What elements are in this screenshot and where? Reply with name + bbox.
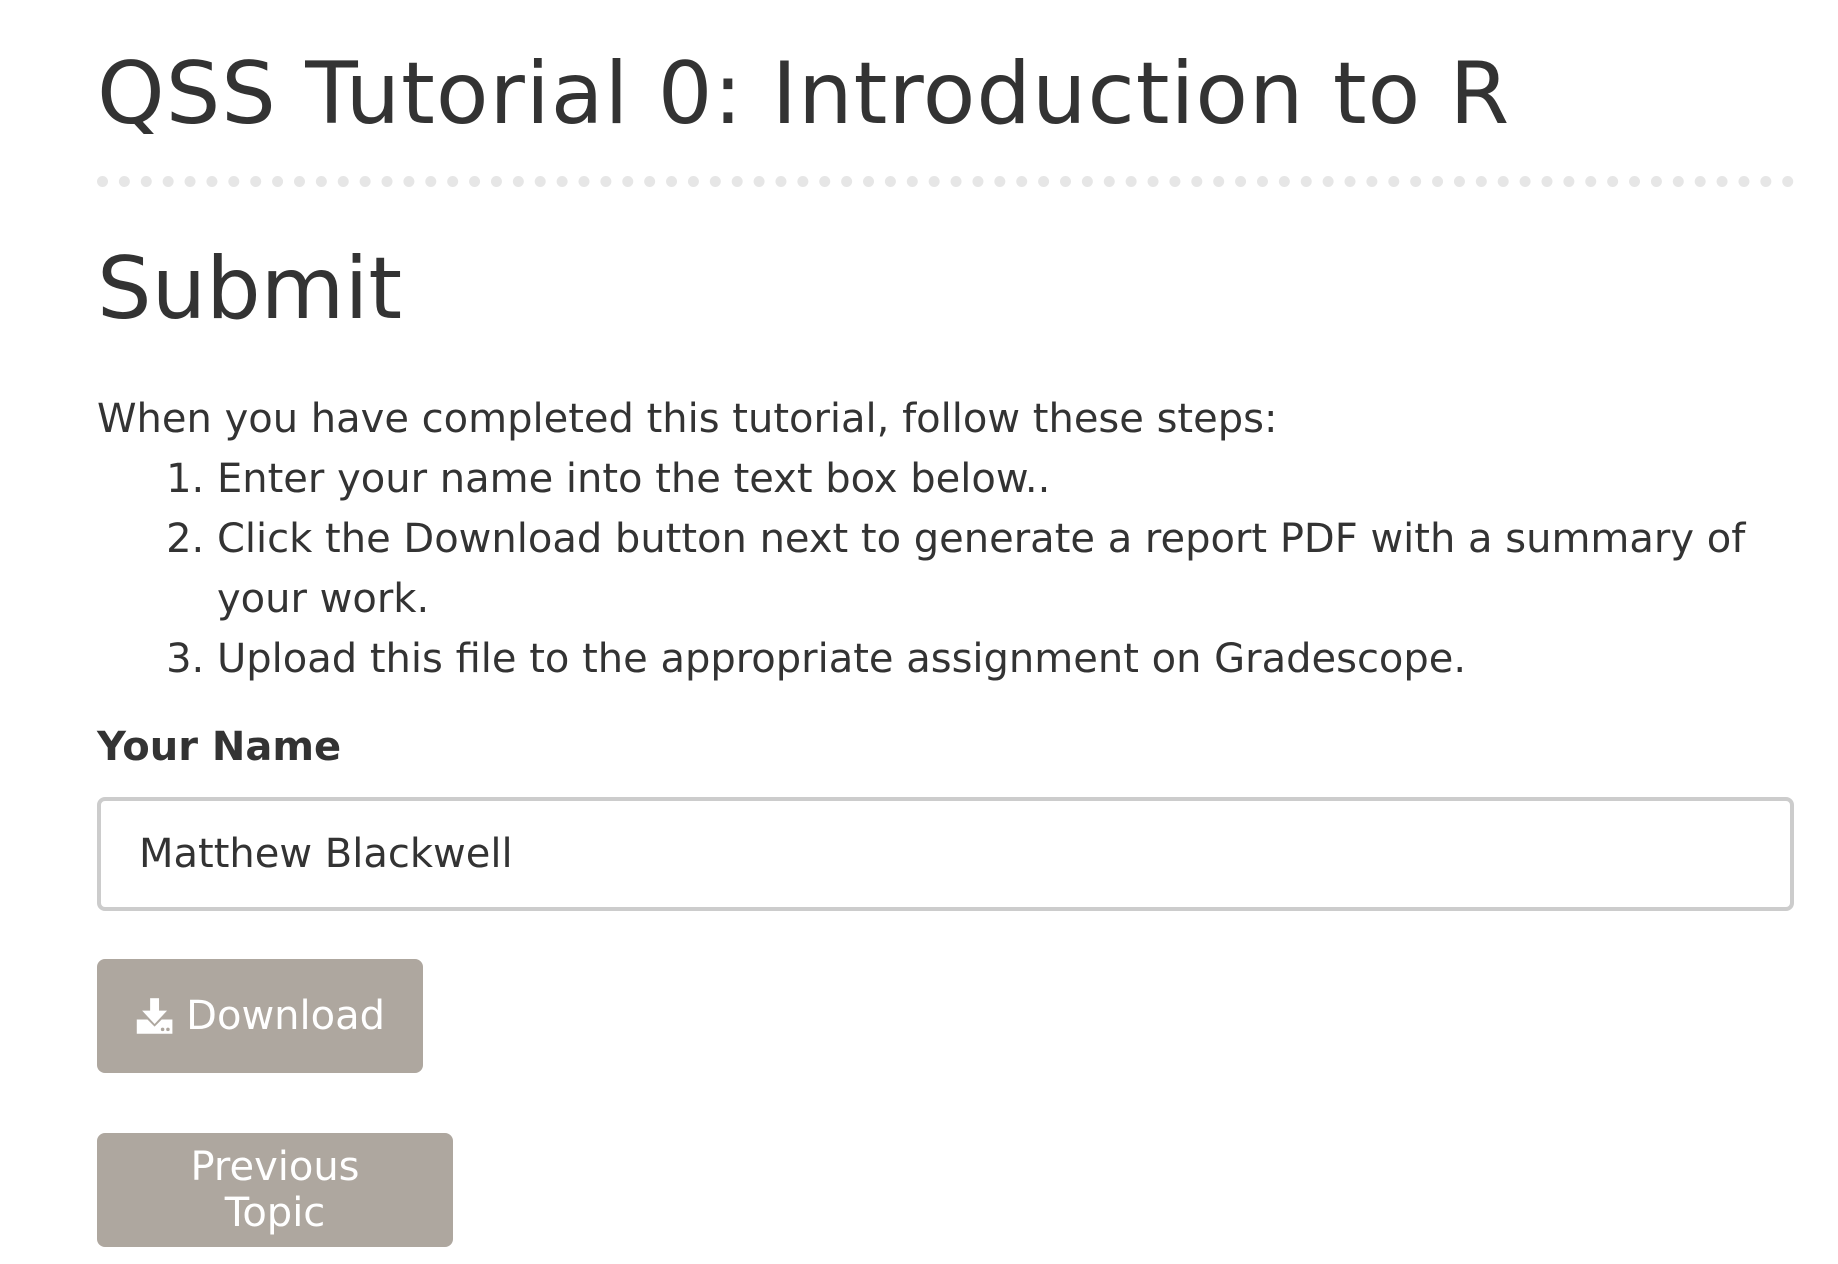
download-button[interactable]: Download (97, 959, 423, 1073)
download-row: Download (97, 911, 1794, 1073)
download-icon (136, 998, 173, 1034)
previous-topic-button[interactable]: Previous Topic (97, 1133, 453, 1247)
section-title: Submit (97, 239, 403, 339)
download-button-label: Download (186, 993, 385, 1039)
title-divider (97, 176, 1794, 187)
instructions-intro: When you have completed this tutorial, f… (97, 396, 1278, 442)
navigation-row: Previous Topic (97, 1133, 1794, 1247)
steps-list: Enter your name into the text box below.… (97, 449, 1794, 689)
tutorial-page: QSS Tutorial 0: Introduction to R Submit… (0, 0, 1838, 1264)
name-input[interactable] (97, 797, 1794, 911)
tutorial-title: QSS Tutorial 0: Introduction to R (97, 44, 1511, 144)
step-item: Click the Download button next to genera… (217, 509, 1794, 629)
step-item: Upload this file to the appropriate assi… (217, 629, 1794, 689)
name-label: Your Name (97, 724, 342, 770)
step-item: Enter your name into the text box below.… (217, 449, 1794, 509)
previous-topic-label: Previous Topic (190, 1144, 360, 1236)
